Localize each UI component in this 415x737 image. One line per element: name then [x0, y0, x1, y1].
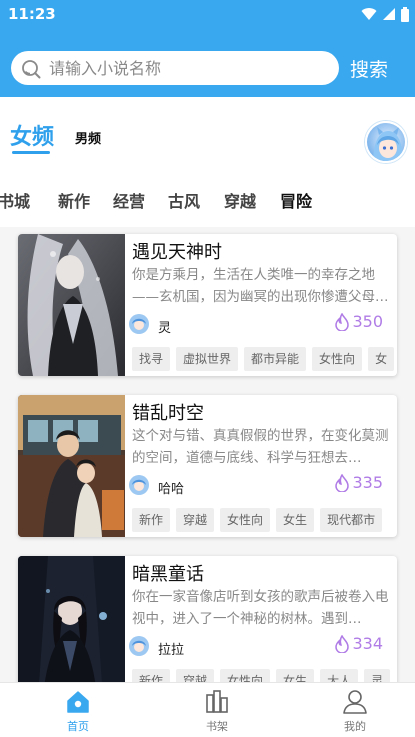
- category-bookstore[interactable]: 书城: [0, 188, 30, 212]
- flame-icon: [335, 634, 350, 653]
- author-avatar: [129, 636, 149, 656]
- tag[interactable]: 女生: [276, 669, 315, 682]
- channel-bar: 女频 男频 书城 新作 经营 古风 穿越 冒险: [0, 97, 415, 227]
- tag[interactable]: 女: [368, 347, 395, 371]
- active-tab-indicator: [12, 151, 50, 154]
- tag[interactable]: 女性向: [220, 669, 271, 682]
- status-icons: [361, 6, 409, 22]
- heat-value: 335: [352, 473, 383, 492]
- book-title: 错乱时空: [132, 403, 204, 424]
- nav-label: 书架: [206, 720, 228, 733]
- category-business[interactable]: 经营: [113, 188, 145, 212]
- status-time: 11:23: [8, 5, 56, 23]
- tag-list: 新作 穿越 女性向 女生 现代都市: [132, 508, 397, 532]
- book-cover: [18, 234, 125, 376]
- signal-icon: [383, 8, 395, 20]
- book-title: 遇见天神时: [132, 242, 222, 263]
- book-cover: [18, 556, 125, 682]
- search-bar[interactable]: [11, 51, 339, 85]
- tag[interactable]: 新作: [132, 669, 171, 682]
- tag-list: 找寻 虚拟世界 都市异能 女性向女: [132, 347, 397, 371]
- book-description: 这个对与错、真真假假的世界，在变化莫测的空间，道德与底线、科学与狂想去…: [132, 428, 389, 466]
- category-strip: 书城 新作 经营 古风 穿越 冒险: [0, 188, 415, 212]
- app-screen: 11:23 搜索 女频 男频: [0, 0, 415, 737]
- tag[interactable]: 女生: [276, 508, 315, 532]
- author-name: 拉拉: [158, 643, 185, 658]
- battery-icon: [401, 6, 409, 22]
- nav-label: 首页: [67, 720, 89, 733]
- search-button[interactable]: 搜索: [350, 55, 388, 82]
- tag[interactable]: 新作: [132, 508, 171, 532]
- bookshelf-icon: [206, 690, 228, 713]
- heat-value: 350: [352, 312, 383, 331]
- tag[interactable]: 大人: [320, 669, 359, 682]
- user-avatar[interactable]: [365, 121, 407, 163]
- author-name: 哈哈: [158, 482, 185, 497]
- nav-profile[interactable]: 我的: [315, 683, 395, 737]
- author-name: 灵: [158, 321, 172, 336]
- heat-score: 334: [335, 634, 383, 653]
- book-card[interactable]: 遇见天神时 你是方乘月，生活在人类唯一的幸存之地——玄机国，因为幽冥的出现你惨遭…: [18, 234, 397, 376]
- tag-list: 新作 穿越 女性向 女生 大人灵: [132, 669, 397, 682]
- profile-icon: [343, 690, 367, 714]
- category-ancient[interactable]: 古风: [168, 188, 200, 212]
- search-input[interactable]: [49, 51, 329, 85]
- book-list: 遇见天神时 你是方乘月，生活在人类唯一的幸存之地——玄机国，因为幽冥的出现你惨遭…: [0, 227, 415, 682]
- flame-icon: [335, 473, 350, 492]
- category-adventure[interactable]: 冒险: [280, 188, 312, 212]
- tag[interactable]: 都市异能: [244, 347, 307, 371]
- author-avatar: [129, 475, 149, 495]
- bottom-nav: 首页 书架 我的: [0, 682, 415, 737]
- category-time-travel[interactable]: 穿越: [224, 188, 256, 212]
- book-card[interactable]: 错乱时空 这个对与错、真真假假的世界，在变化莫测的空间，道德与底线、科学与狂想去…: [18, 395, 397, 537]
- tag[interactable]: 女性向: [312, 347, 363, 371]
- book-description: 你在一家音像店听到女孩的歌声后被卷入电视中，进入了一个神秘的树林。遇到…: [132, 589, 389, 627]
- book-title: 暗黑童话: [132, 564, 204, 585]
- header: 11:23 搜索: [0, 0, 415, 97]
- tab-male-channel[interactable]: 男频: [75, 128, 101, 147]
- tag[interactable]: 现代都市: [320, 508, 383, 532]
- tab-female-channel[interactable]: 女频: [10, 119, 54, 151]
- flame-icon: [335, 312, 350, 331]
- nav-label: 我的: [344, 720, 366, 733]
- book-card[interactable]: 暗黑童话 你在一家音像店听到女孩的歌声后被卷入电视中，进入了一个神秘的树林。遇到…: [18, 556, 397, 682]
- tag[interactable]: 找寻: [132, 347, 171, 371]
- author-avatar: [129, 314, 149, 334]
- book-cover: [18, 395, 125, 537]
- tag[interactable]: 穿越: [176, 669, 215, 682]
- status-bar: 11:23: [0, 0, 415, 30]
- nav-bookshelf[interactable]: 书架: [177, 683, 257, 737]
- heat-value: 334: [352, 634, 383, 653]
- wifi-icon: [361, 8, 377, 20]
- tag[interactable]: 虚拟世界: [176, 347, 239, 371]
- home-icon: [67, 691, 89, 713]
- heat-score: 350: [335, 312, 383, 331]
- category-new[interactable]: 新作: [58, 188, 90, 212]
- tag[interactable]: 穿越: [176, 508, 215, 532]
- tag[interactable]: 灵: [364, 669, 391, 682]
- search-icon: [22, 60, 41, 79]
- heat-score: 335: [335, 473, 383, 492]
- nav-home[interactable]: 首页: [38, 683, 118, 737]
- tag[interactable]: 女性向: [220, 508, 271, 532]
- book-description: 你是方乘月，生活在人类唯一的幸存之地——玄机国，因为幽冥的出现你惨遭父母…: [132, 267, 389, 305]
